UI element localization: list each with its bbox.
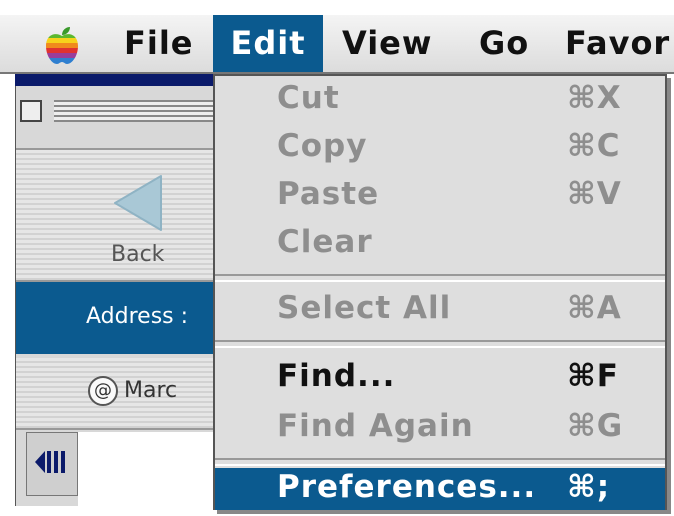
back-arrow-icon[interactable] — [109, 172, 167, 234]
menu-item-paste[interactable]: Paste ⌘V — [215, 172, 665, 220]
favorites-bar: @ Marc — [16, 358, 216, 430]
menu-item-shortcut: ⌘X — [567, 80, 622, 116]
browser-window: Back Address : @ Marc — [15, 86, 216, 506]
menu-item-copy[interactable]: Copy ⌘C — [215, 124, 665, 172]
menu-item-find[interactable]: Find... ⌘F — [215, 354, 665, 402]
menu-edit[interactable]: Edit — [213, 15, 323, 72]
menu-item-clear[interactable]: Clear — [215, 220, 665, 268]
menu-item-shortcut: ⌘V — [567, 176, 622, 212]
window-close-box[interactable] — [20, 100, 42, 122]
menu-file[interactable]: File — [124, 15, 194, 72]
menu-favorites[interactable]: Favor — [565, 15, 670, 72]
page-content-area — [78, 432, 216, 506]
menu-item-label: Copy — [277, 128, 368, 164]
at-sign-icon[interactable]: @ — [88, 376, 118, 406]
apple-logo-icon[interactable] — [40, 24, 84, 68]
menu-item-cut[interactable]: Cut ⌘X — [215, 76, 665, 124]
menu-item-label: Clear — [277, 224, 373, 260]
menu-go[interactable]: Go — [479, 15, 529, 72]
favorite-item-label[interactable]: Marc — [124, 378, 177, 403]
menu-item-shortcut: ⌘A — [567, 290, 622, 326]
menu-view[interactable]: View — [342, 15, 432, 72]
menu-separator — [215, 274, 665, 282]
menu-item-shortcut: ⌘; — [567, 469, 611, 505]
menu-item-label: Find Again — [277, 408, 474, 444]
window-title-strip — [15, 74, 215, 86]
menu-item-label: Select All — [277, 290, 452, 326]
menu-item-select-all[interactable]: Select All ⌘A — [215, 286, 665, 334]
edit-menu-dropdown: Cut ⌘X Copy ⌘C Paste ⌘V Clear Select All… — [213, 74, 667, 510]
toolbar: Back — [16, 148, 216, 282]
menu-item-shortcut: ⌘G — [567, 408, 624, 444]
menu-bar: File Edit View Go Favor — [0, 15, 674, 74]
menu-item-label: Preferences... — [277, 469, 537, 505]
menu-item-shortcut: ⌘C — [567, 128, 621, 164]
window-title-bar[interactable] — [54, 100, 214, 122]
menu-item-shortcut: ⌘F — [567, 358, 619, 394]
back-button-label[interactable]: Back — [111, 242, 164, 267]
menu-separator — [215, 340, 665, 348]
menu-item-label: Cut — [277, 80, 340, 116]
address-bar: Address : — [16, 282, 216, 354]
collapse-arrow-icon — [35, 451, 65, 473]
menu-item-label: Paste — [277, 176, 380, 212]
menu-item-label: Find... — [277, 358, 396, 394]
menu-separator — [215, 458, 665, 466]
explorer-bar-tab[interactable] — [26, 432, 78, 496]
menu-item-find-again[interactable]: Find Again ⌘G — [215, 404, 665, 452]
address-label: Address : — [86, 304, 189, 329]
menu-item-preferences[interactable]: Preferences... ⌘; — [215, 468, 665, 510]
